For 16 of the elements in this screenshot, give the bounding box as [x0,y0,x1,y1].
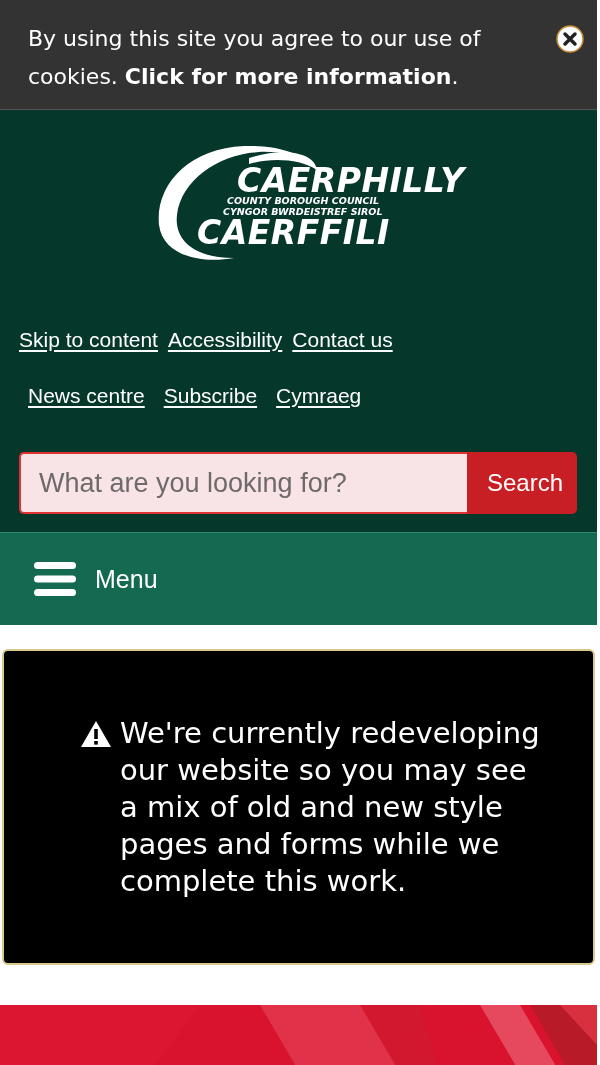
search-button[interactable]: Search [466,452,577,514]
more-information-link[interactable]: Click for more information [124,64,452,89]
notice-text: We're currently redeveloping our website so you may see a mix of old and new style pages and forms while we complete this work. [120,714,541,900]
header-link[interactable]: Contact us [292,328,393,352]
close-button[interactable] [555,24,585,54]
search-field[interactable]: What are you looking for? [19,452,467,514]
header-link[interactable]: News centre [28,384,145,408]
warning-icon [80,719,112,748]
header-link[interactable]: Cymraeg [276,384,362,408]
header-link[interactable]: Accessibility [167,328,283,352]
header-link[interactable]: Skip to content [19,328,158,352]
menu-button[interactable]: Menu [0,560,158,598]
cookie-message: By using this site you agree to our use of cookies. Click for more information. [28,25,482,91]
council-logo[interactable]: CAERPHILLY COUNTY BOROUGH COUNCIL CYNGOR BWRDEISTREF SIROL CAERFFILI [148,140,469,264]
header-link[interactable]: Subscribe [163,384,258,408]
menu-icon [33,560,77,598]
